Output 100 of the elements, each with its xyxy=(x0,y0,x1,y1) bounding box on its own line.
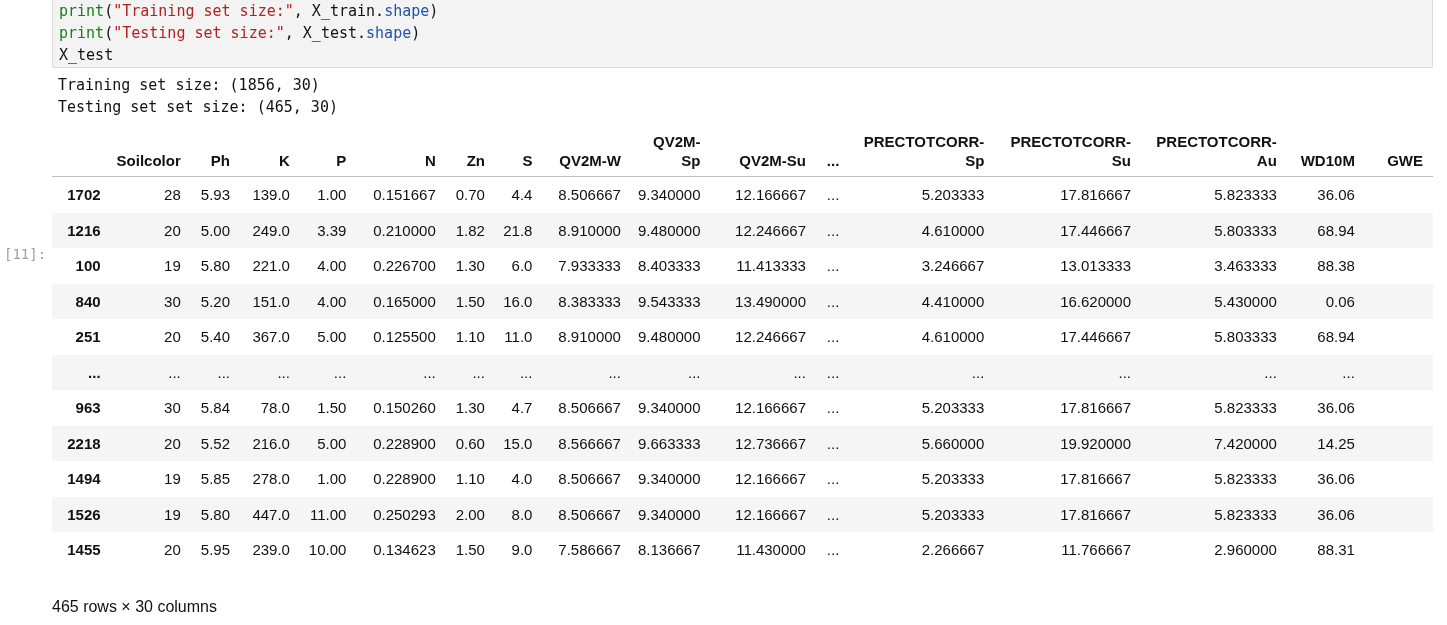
table-cell: 0.250293 xyxy=(356,496,446,532)
table-cell: 0.151667 xyxy=(356,176,446,213)
table-cell: 19 xyxy=(110,248,191,284)
table-cell: 8.566667 xyxy=(542,425,631,461)
table-cell: 1.82 xyxy=(445,212,495,248)
table-cell: 17.816667 xyxy=(994,390,1142,426)
table-cell: 4.410000 xyxy=(849,283,995,319)
table-cell: 1.50 xyxy=(445,532,495,568)
table-cell: 8.910000 xyxy=(542,212,631,248)
row-index: 1216 xyxy=(52,212,111,248)
code-line: print("Training set size:", X_train.shape) xyxy=(59,1,439,22)
table-cell: 5.203333 xyxy=(849,496,995,532)
table-cell: 5.95 xyxy=(190,532,240,568)
table-cell: 5.203333 xyxy=(849,390,995,426)
column-header: ... xyxy=(826,151,840,170)
table-cell: 8.383333 xyxy=(542,283,631,319)
table-cell: 11.766667 xyxy=(994,532,1142,568)
table-cell: 6.0 xyxy=(494,248,543,284)
table-cell: 8.506667 xyxy=(542,390,631,426)
table-cell: ... xyxy=(110,354,191,390)
table-cell: 0.125500 xyxy=(356,319,446,355)
table-cell: 17.816667 xyxy=(994,496,1142,532)
table-cell: 249.0 xyxy=(240,212,300,248)
table-cell: ... xyxy=(815,319,850,355)
table-cell: 78.0 xyxy=(240,390,300,426)
column-header: WD10M xyxy=(1300,151,1355,170)
column-header: QV2M-W xyxy=(559,151,621,170)
table-cell: 5.80 xyxy=(190,248,240,284)
output-line: Training set size: (1856, 30) xyxy=(58,75,320,96)
table-cell: 8.506667 xyxy=(542,176,631,213)
table-cell: 1.00 xyxy=(299,176,357,213)
table-cell: 151.0 xyxy=(240,283,300,319)
table-cell: 21.8 xyxy=(494,212,543,248)
code-cell[interactable]: print("Training set size:", X_train.shape) print("Testing set size:", X_test.shape) X_test xyxy=(52,0,1433,68)
table-cell: 11.430000 xyxy=(710,532,816,568)
table-cell: 367.0 xyxy=(240,319,300,355)
table-cell: 5.85 xyxy=(190,461,240,497)
table-cell: 5.203333 xyxy=(849,461,995,497)
table-cell: 10.00 xyxy=(299,532,357,568)
row-index: 100 xyxy=(52,248,111,284)
column-header: QV2M-Sp xyxy=(652,132,701,170)
table-cell: 5.660000 xyxy=(849,425,995,461)
table-cell: 12.166667 xyxy=(710,461,816,497)
table-cell: 12.166667 xyxy=(710,176,816,213)
table-cell: 5.823333 xyxy=(1141,496,1287,532)
table-cell: 19.920000 xyxy=(994,425,1142,461)
table-cell: 278.0 xyxy=(240,461,300,497)
table-cell: 5.00 xyxy=(190,212,240,248)
table-cell: 36.06 xyxy=(1286,461,1365,497)
table-cell: 9.663333 xyxy=(630,425,711,461)
table-cell: ... xyxy=(815,354,850,390)
table-cell: 9.480000 xyxy=(630,212,711,248)
table-cell: 13.490000 xyxy=(710,283,816,319)
table-cell: 0.210000 xyxy=(356,212,446,248)
column-header: K xyxy=(279,151,290,170)
table-cell: 8.506667 xyxy=(542,461,631,497)
table-cell: 17.816667 xyxy=(994,461,1142,497)
table-cell: 9.543333 xyxy=(630,283,711,319)
column-header: Soilcolor xyxy=(116,151,181,170)
table-cell: 13.013333 xyxy=(994,248,1142,284)
table-cell: 1.50 xyxy=(299,390,357,426)
row-index: 840 xyxy=(52,283,111,319)
table-cell: 2.960000 xyxy=(1141,532,1287,568)
table-cell: 88.38 xyxy=(1286,248,1365,284)
table-cell: 11.0 xyxy=(494,319,543,355)
column-header: PRECTOTCORR-Sp xyxy=(862,132,985,170)
table-cell: 8.403333 xyxy=(630,248,711,284)
table-cell: 19 xyxy=(110,496,191,532)
table-cell: ... xyxy=(815,425,850,461)
table-cell: ... xyxy=(849,354,995,390)
table-cell: ... xyxy=(630,354,711,390)
table-cell: 1.10 xyxy=(445,461,495,497)
table-cell: 20 xyxy=(110,212,191,248)
table-cell: 17.446667 xyxy=(994,212,1142,248)
table-cell: 5.40 xyxy=(190,319,240,355)
row-index: 1494 xyxy=(52,461,111,497)
table-cell: 5.93 xyxy=(190,176,240,213)
table-summary: 465 rows × 30 columns xyxy=(52,597,217,616)
table-cell: ... xyxy=(710,354,816,390)
table-cell: 2.266667 xyxy=(849,532,995,568)
table-cell: 8.136667 xyxy=(630,532,711,568)
table-cell: 0.228900 xyxy=(356,461,446,497)
table-cell: ... xyxy=(1141,354,1287,390)
table-cell: 4.610000 xyxy=(849,319,995,355)
table-cell: 447.0 xyxy=(240,496,300,532)
execution-count: [11]: xyxy=(3,245,48,262)
column-header: QV2M-Su xyxy=(739,151,806,170)
table-cell: ... xyxy=(815,176,850,213)
column-header: PRECTOTCORR-Su xyxy=(1009,132,1132,170)
table-cell: 11.413333 xyxy=(710,248,816,284)
table-cell: 36.06 xyxy=(1286,176,1365,213)
table-cell: 5.00 xyxy=(299,319,357,355)
table-cell: 5.00 xyxy=(299,425,357,461)
table-cell: ... xyxy=(299,354,357,390)
code-line: print("Testing set size:", X_test.shape) xyxy=(59,23,421,44)
row-index: 1455 xyxy=(52,532,111,568)
table-cell: ... xyxy=(494,354,543,390)
table-cell: 19 xyxy=(110,461,191,497)
table-cell: 0.06 xyxy=(1286,283,1365,319)
column-header: Zn xyxy=(466,151,485,170)
